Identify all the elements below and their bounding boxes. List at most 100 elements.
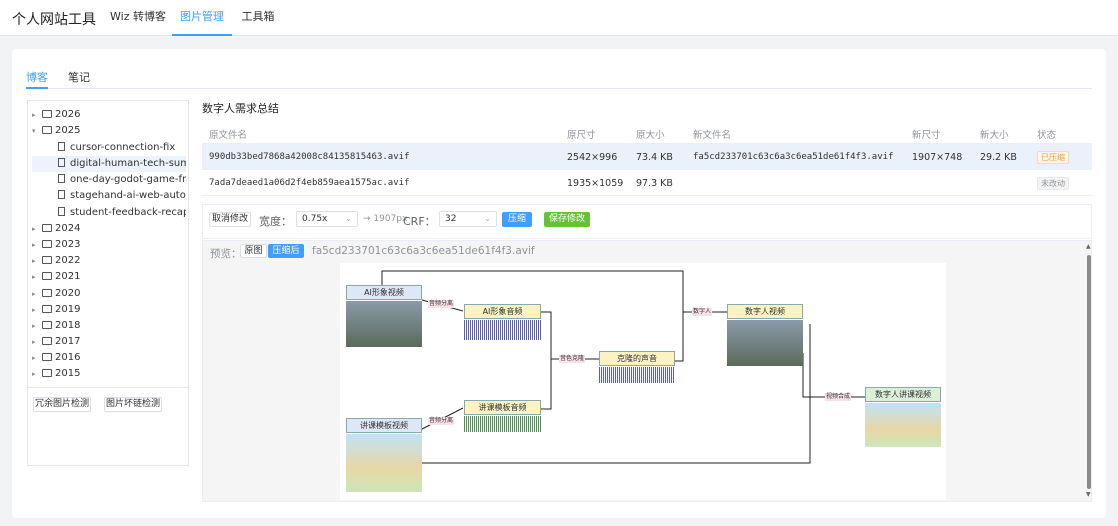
save-changes-button[interactable]: 保存修改: [544, 212, 590, 227]
tab-blog[interactable]: 博客: [26, 69, 48, 85]
tree-folder-2018[interactable]: ▸ 2018: [32, 318, 186, 334]
status-badge: 未改动: [1037, 177, 1069, 190]
width-result: → 1907px: [363, 214, 408, 224]
main-card: 博客 笔记 ▸ 2026 ▾ 2025 cursor-connection-fix …: [12, 49, 1106, 518]
orig-size: 73.4 KB: [636, 152, 673, 163]
width-select[interactable]: 0.75x ⌄: [296, 211, 358, 227]
col-orig-size: 原大小: [636, 130, 665, 141]
cancel-changes-button[interactable]: 取消修改: [209, 212, 251, 227]
folder-icon: [42, 110, 52, 118]
edge-label-split-2: 音频分离: [428, 417, 455, 425]
table-header: 原文件名 原尺寸 原大小 新文件名 新尺寸 新大小 状态: [202, 120, 1092, 144]
preview-image: AI形象视频 AI形象音频 克隆的声音 数字人视频 讲课模板视频 讲课模板音频 …: [340, 263, 946, 500]
preview-scrollbar[interactable]: ▲ ▼: [1085, 241, 1093, 501]
folder-icon: [42, 305, 52, 313]
tab-active-indicator: [26, 87, 48, 89]
node-digital-human-video: 数字人视频: [727, 304, 803, 319]
compress-button[interactable]: 压缩: [502, 212, 532, 227]
tree-folder-2026[interactable]: ▸ 2026: [32, 107, 186, 123]
status-badge: 已压缩: [1037, 151, 1069, 164]
nav-toolbox[interactable]: 工具箱: [236, 0, 280, 36]
tree-file-selected[interactable]: digital-human-tech-summary: [32, 156, 186, 172]
tree-folder-2016[interactable]: ▸ 2016: [32, 350, 186, 366]
table-row[interactable]: 990db33bed7868a42008c84135815463.avif 25…: [202, 144, 1092, 170]
tree-folder-2015[interactable]: ▸ 2015: [32, 366, 186, 382]
new-size: 29.2 KB: [980, 152, 1017, 163]
caret-right-icon: ▸: [32, 370, 36, 378]
folder-icon: [42, 369, 52, 377]
broken-link-check-button[interactable]: 图片坏链检测: [104, 397, 162, 412]
tree-folder-2020[interactable]: ▸ 2020: [32, 286, 186, 302]
post-tree: ▸ 2026 ▾ 2025 cursor-connection-fix digita…: [27, 100, 189, 466]
scroll-up-icon[interactable]: ▲: [1086, 243, 1091, 250]
scrollbar-thumb[interactable]: [1087, 255, 1091, 489]
crf-select[interactable]: 32 ⌄: [439, 211, 497, 227]
scroll-down-icon[interactable]: ▼: [1086, 491, 1091, 498]
table-row[interactable]: 7ada7deaed1a06d2f4eb859aea1575ac.avif 19…: [202, 170, 1092, 196]
col-new-name: 新文件名: [693, 130, 732, 141]
tree-folder-2023[interactable]: ▸ 2023: [32, 237, 186, 253]
document-icon: [58, 207, 65, 216]
original-view-button[interactable]: 原图: [240, 244, 267, 258]
node-final-video: 数字人讲课视频: [865, 387, 941, 402]
col-new-size: 新大小: [980, 130, 1009, 141]
tab-notes[interactable]: 笔记: [68, 69, 90, 85]
crf-label: CRF：: [403, 215, 436, 228]
tree-folder-2021[interactable]: ▸ 2021: [32, 269, 186, 285]
top-navbar: 个人网站工具 Wiz 转博客 图片管理 工具箱: [0, 0, 1118, 36]
col-new-dim: 新尺寸: [912, 130, 941, 141]
ai-avatar-photo: [346, 301, 422, 347]
waveform-clone-voice: [599, 367, 675, 383]
chevron-down-icon: ⌄: [484, 214, 491, 223]
orig-size: 97.3 KB: [636, 178, 673, 189]
caret-right-icon: ▸: [32, 338, 36, 346]
caret-right-icon: ▸: [32, 322, 36, 330]
tree-folder-2024[interactable]: ▸ 2024: [32, 221, 186, 237]
document-icon: [58, 190, 65, 199]
waveform-ai-audio: [464, 320, 541, 340]
edge-label-split-1: 音频分离: [428, 300, 455, 308]
post-title: 数字人需求总结: [202, 102, 279, 115]
nav-image-management[interactable]: 图片管理: [172, 0, 232, 36]
waveform-template-audio: [464, 416, 541, 432]
node-lecture-template: 讲课模板视频: [346, 418, 422, 433]
tree-file[interactable]: stagehand-ai-web-automatio: [58, 188, 186, 204]
node-ai-audio: AI形象音频: [464, 304, 541, 319]
caret-right-icon: ▸: [32, 306, 36, 314]
caret-right-icon: ▸: [32, 257, 36, 265]
caret-right-icon: ▸: [32, 241, 36, 249]
folder-icon: [42, 240, 52, 248]
digital-human-photo: [727, 320, 803, 366]
tree-folder-2022[interactable]: ▸ 2022: [32, 253, 186, 269]
chevron-down-icon: ⌄: [345, 214, 352, 223]
tree-file[interactable]: student-feedback-recap: [58, 205, 186, 221]
caret-down-icon: ▾: [32, 127, 36, 135]
caret-right-icon: ▸: [32, 111, 36, 119]
orig-filename: 990db33bed7868a42008c84135815463.avif: [209, 152, 410, 162]
folder-icon: [42, 272, 52, 280]
nav-wiz-to-blog[interactable]: Wiz 转博客: [107, 0, 169, 36]
final-video-thumbnail: [865, 403, 941, 447]
document-icon: [58, 142, 65, 151]
compressed-view-button[interactable]: 压缩后: [268, 244, 304, 258]
redundant-image-check-button[interactable]: 冗余图片检测: [33, 397, 91, 412]
tree-folder-2025[interactable]: ▾ 2025: [32, 123, 186, 139]
col-orig-name: 原文件名: [209, 130, 248, 141]
tree-folder-2019[interactable]: ▸ 2019: [32, 302, 186, 318]
preview-panel: 预览： 原图 压缩后 fa5cd233701c63c6a3c6ea51de61f…: [202, 240, 1092, 502]
edge-label-clone: 音色克隆: [559, 355, 586, 363]
node-clone-voice: 克隆的声音: [599, 351, 675, 366]
tree-folder-2017[interactable]: ▸ 2017: [32, 334, 186, 350]
node-template-audio: 讲课模板音频: [464, 400, 541, 415]
tree-file[interactable]: cursor-connection-fix: [58, 140, 186, 156]
tree-file[interactable]: one-day-godot-game-from-sc: [58, 172, 186, 188]
document-icon: [58, 174, 65, 183]
caret-right-icon: ▸: [32, 354, 36, 362]
caret-right-icon: ▸: [32, 225, 36, 233]
document-icon: [58, 158, 65, 167]
app-title: 个人网站工具: [12, 12, 96, 28]
new-dimensions: 1907×748: [912, 152, 963, 163]
orig-filename: 7ada7deaed1a06d2f4eb859aea1575ac.avif: [209, 178, 410, 188]
compress-toolbar: 取消修改 宽度： 0.75x ⌄ → 1907px CRF： 32 ⌄ 压缩 保存修…: [202, 204, 1092, 239]
tab-divider: [26, 88, 1092, 89]
